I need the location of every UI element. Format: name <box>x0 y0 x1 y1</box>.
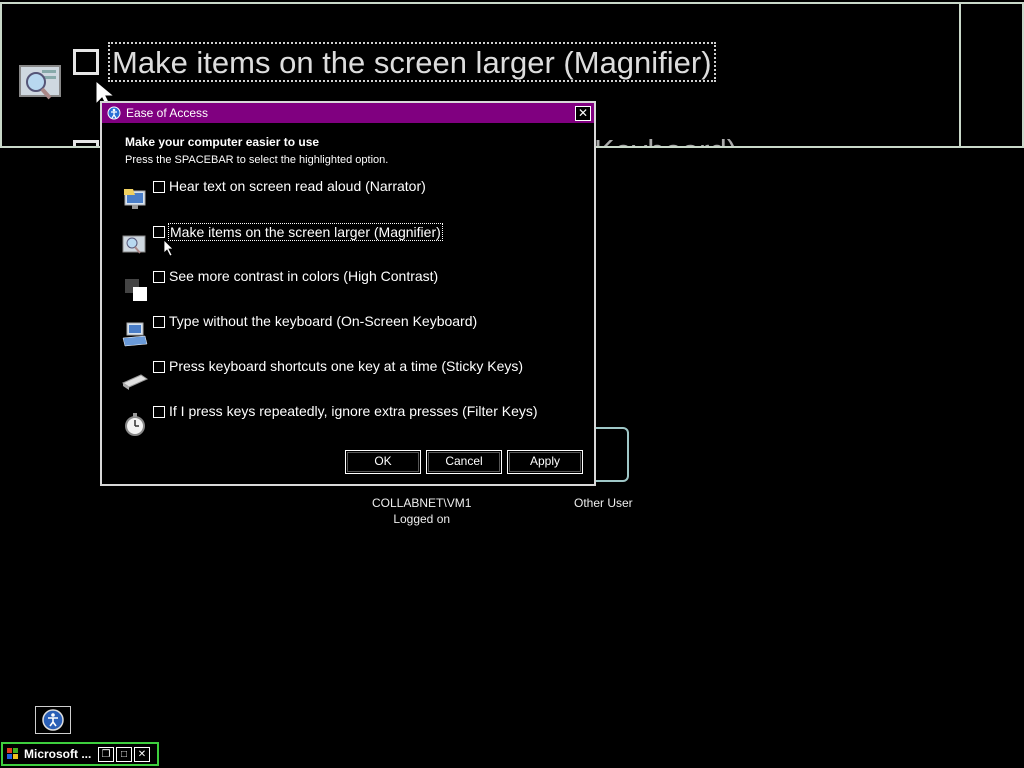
restore-button[interactable]: ❐ <box>98 746 114 762</box>
magnifier-icon <box>19 65 61 100</box>
taskbar-item-label: Microsoft ... <box>24 747 92 761</box>
sticky-keys-label[interactable]: Press keyboard shortcuts one key at a ti… <box>169 358 523 374</box>
magnifier-divider <box>959 4 961 146</box>
keyboard-icon <box>122 322 148 347</box>
option-on-screen-keyboard[interactable]: Type without the keyboard (On-Screen Key… <box>121 313 581 352</box>
option-magnifier[interactable]: Make items on the screen larger (Magnifi… <box>121 223 581 262</box>
other-user-label[interactable]: Other User <box>574 496 633 510</box>
user-status: Logged on <box>393 512 451 526</box>
dialog-heading: Make your computer easier to use <box>125 135 320 149</box>
magnifier-view-checkbox-2 <box>73 140 99 146</box>
ease-of-access-icon <box>107 106 121 120</box>
option-sticky-keys[interactable]: Press keyboard shortcuts one key at a ti… <box>121 358 581 397</box>
narrator-checkbox[interactable] <box>153 181 165 193</box>
maximize-button[interactable]: □ <box>116 746 132 762</box>
magnifier-view-checkbox <box>73 49 99 75</box>
option-narrator[interactable]: Hear text on screen read aloud (Narrator… <box>121 178 581 217</box>
dialog-titlebar[interactable]: Ease of Access ✕ <box>102 103 594 123</box>
magnifier-view-cutoff-text: Keyboard) <box>594 132 737 146</box>
sticky-keys-checkbox[interactable] <box>153 361 165 373</box>
user-name: COLLABNET\VM1 <box>372 496 472 510</box>
on-screen-keyboard-checkbox[interactable] <box>153 316 165 328</box>
filter-keys-label[interactable]: If I press keys repeatedly, ignore extra… <box>169 403 538 419</box>
narrator-label[interactable]: Hear text on screen read aloud (Narrator… <box>169 178 426 194</box>
magnifier-label[interactable]: Make items on the screen larger (Magnifi… <box>168 223 443 241</box>
user-tile[interactable] <box>595 427 629 482</box>
filter-keys-icon <box>125 413 145 436</box>
ease-of-access-icon <box>42 709 64 731</box>
option-filter-keys[interactable]: If I press keys repeatedly, ignore extra… <box>121 403 581 442</box>
user-tile-label: COLLABNET\VM1 Logged on <box>372 496 471 526</box>
cancel-button[interactable]: Cancel <box>426 450 502 474</box>
high-contrast-icon <box>125 279 147 301</box>
magnifier-icon <box>122 235 146 254</box>
magnifier-view-label: Make items on the screen larger (Magnifi… <box>108 42 716 82</box>
mouse-cursor-icon <box>163 239 174 257</box>
close-button[interactable]: ✕ <box>575 106 591 121</box>
narrator-icon <box>124 189 146 209</box>
ease-of-access-dialog: Ease of Access ✕ Make your computer easi… <box>100 101 596 486</box>
taskbar-window-item[interactable]: Microsoft ... ❐ □ ✕ <box>1 742 159 766</box>
high-contrast-checkbox[interactable] <box>153 271 165 283</box>
filter-keys-checkbox[interactable] <box>153 406 165 418</box>
windows-flag-icon <box>7 748 18 759</box>
on-screen-keyboard-label[interactable]: Type without the keyboard (On-Screen Key… <box>169 313 477 329</box>
high-contrast-label[interactable]: See more contrast in colors (High Contra… <box>169 268 438 284</box>
magnifier-checkbox[interactable] <box>153 226 165 238</box>
sticky-keys-icon <box>121 374 149 390</box>
taskbar-close-button[interactable]: ✕ <box>134 746 150 762</box>
option-high-contrast[interactable]: See more contrast in colors (High Contra… <box>121 268 581 307</box>
ok-button[interactable]: OK <box>345 450 421 474</box>
apply-button[interactable]: Apply <box>507 450 583 474</box>
dialog-subheading: Press the SPACEBAR to select the highlig… <box>125 154 389 166</box>
ease-of-access-button[interactable] <box>35 706 71 734</box>
dialog-title: Ease of Access <box>126 106 209 120</box>
